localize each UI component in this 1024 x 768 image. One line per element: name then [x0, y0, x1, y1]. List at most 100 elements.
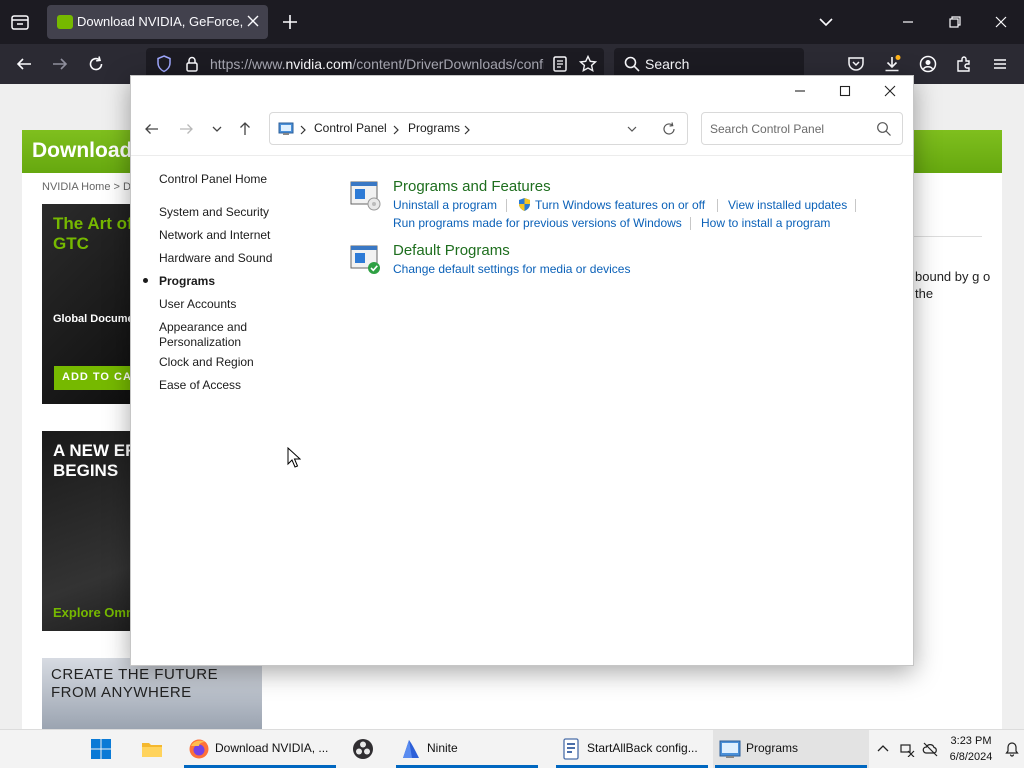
- tab-close-icon[interactable]: [244, 12, 262, 30]
- bookmark-star-icon[interactable]: [578, 54, 598, 74]
- reload-icon[interactable]: [86, 54, 106, 74]
- taskbar-app-label: Ninite: [427, 741, 458, 755]
- show-hidden-icons-chevron-icon[interactable]: [875, 741, 891, 757]
- cloud-sync-off-icon[interactable]: [922, 741, 938, 757]
- browser-close-icon[interactable]: [991, 12, 1011, 32]
- back-icon[interactable]: [143, 120, 161, 138]
- uac-shield-icon: [517, 197, 532, 212]
- downloads-icon[interactable]: [882, 54, 902, 74]
- taskbar: Download NVIDIA, ... Ninite StartAllBack…: [0, 729, 1024, 768]
- promo-cta-link[interactable]: Explore Omn: [53, 605, 134, 620]
- url-text[interactable]: https://www.nvidia.com/content/DriverDow…: [210, 56, 544, 72]
- control-panel-icon: [278, 121, 294, 136]
- tab-list-icon[interactable]: [8, 10, 32, 34]
- browser-tab-bar: Download NVIDIA, GeForce, Quadro: [0, 0, 1024, 44]
- sidebar-item-user-accounts[interactable]: User Accounts: [159, 297, 289, 312]
- pocket-icon[interactable]: [846, 54, 866, 74]
- back-icon[interactable]: [14, 54, 34, 74]
- browser-tab-active[interactable]: Download NVIDIA, GeForce, Quadro: [47, 5, 268, 39]
- sidebar-item-hardware-and-sound[interactable]: Hardware and Sound: [159, 251, 289, 266]
- run-programs-previous-versions-link[interactable]: Run programs made for previous versions …: [393, 216, 682, 230]
- forward-icon[interactable]: [50, 54, 70, 74]
- recent-locations-chevron-icon[interactable]: [208, 120, 226, 138]
- uninstall-a-program-link[interactable]: Uninstall a program: [393, 198, 497, 212]
- taskbar-app-label: Programs: [746, 741, 799, 755]
- network-disconnected-icon[interactable]: [899, 741, 915, 758]
- taskbar-app-firefox[interactable]: Download NVIDIA, ...: [182, 730, 338, 768]
- forward-icon[interactable]: [177, 120, 195, 138]
- url-path: /content/DriverDownloads/confirmation.ph…: [352, 56, 544, 72]
- clock-date: 6/8/2024: [949, 751, 993, 763]
- nvidia-favicon-icon: [57, 15, 73, 29]
- sidebar-item-programs[interactable]: Programs: [159, 274, 289, 289]
- sidebar-item-control-panel-home[interactable]: Control Panel Home: [159, 172, 289, 187]
- file-explorer-icon[interactable]: [141, 738, 163, 760]
- notifications-bell-icon[interactable]: [1004, 741, 1020, 757]
- maximize-icon[interactable]: [836, 82, 854, 100]
- address-dropdown-icon[interactable]: [623, 120, 641, 138]
- view-installed-updates-link[interactable]: View installed updates: [728, 198, 847, 212]
- page-body-text: bound by g o the: [915, 269, 991, 301]
- firefox-icon: [188, 738, 210, 760]
- search-placeholder: Search Control Panel: [710, 122, 825, 136]
- turn-windows-features-link[interactable]: Turn Windows features on or off: [535, 198, 705, 212]
- taskbar-app-startallback[interactable]: StartAllBack config...: [554, 730, 710, 768]
- start-windows-icon[interactable]: [90, 738, 112, 760]
- system-clock[interactable]: 3:23 PM 6/8/2024: [944, 733, 998, 765]
- sidebar-item-clock-and-region[interactable]: Clock and Region: [159, 355, 289, 370]
- minimize-icon[interactable]: [791, 82, 809, 100]
- lock-icon[interactable]: [182, 54, 202, 74]
- sidebar: Control Panel Home System and Security N…: [131, 157, 331, 665]
- up-icon[interactable]: [236, 120, 254, 138]
- promo-title: CREATE THE FUTURE FROM ANYWHERE: [51, 666, 219, 701]
- link-separator: [717, 199, 718, 212]
- breadcrumb[interactable]: NVIDIA Home > D: [42, 181, 131, 193]
- extensions-icon[interactable]: [954, 54, 974, 74]
- clock-time: 3:23 PM: [950, 735, 992, 747]
- refresh-icon[interactable]: [660, 120, 678, 138]
- how-to-install-a-program-link[interactable]: How to install a program: [701, 216, 830, 230]
- browser-restore-icon[interactable]: [945, 12, 965, 32]
- change-default-settings-link[interactable]: Change default settings for media or dev…: [393, 262, 630, 276]
- search-icon[interactable]: [876, 121, 892, 137]
- breadcrumb-chevron-icon[interactable]: [298, 123, 308, 135]
- link-separator: [690, 217, 691, 230]
- account-icon[interactable]: [918, 54, 938, 74]
- sidebar-item-network-and-internet[interactable]: Network and Internet: [159, 228, 289, 243]
- default-programs-title[interactable]: Default Programs: [393, 242, 510, 259]
- control-panel-icon: [719, 738, 741, 760]
- close-icon[interactable]: [881, 82, 899, 100]
- breadcrumb-programs[interactable]: Programs: [408, 121, 460, 135]
- url-prefix: https://www.: [210, 56, 286, 72]
- obs-studio-icon[interactable]: [352, 738, 374, 760]
- url-domain: nvidia.com: [285, 56, 353, 72]
- sidebar-item-ease-of-access[interactable]: Ease of Access: [159, 378, 289, 393]
- address-bar[interactable]: Control Panel Programs: [269, 112, 688, 145]
- taskbar-app-label: StartAllBack config...: [587, 741, 698, 755]
- reader-view-icon[interactable]: [550, 54, 570, 74]
- default-programs-icon[interactable]: [349, 243, 383, 275]
- breadcrumb-control-panel[interactable]: Control Panel: [314, 121, 387, 135]
- menu-icon[interactable]: [990, 54, 1010, 74]
- new-tab-icon[interactable]: [280, 12, 300, 32]
- taskbar-app-ninite[interactable]: Ninite: [394, 730, 540, 768]
- list-all-tabs-icon[interactable]: [816, 12, 836, 32]
- search-placeholder: Search: [645, 56, 690, 72]
- breadcrumb-chevron-icon[interactable]: [462, 123, 472, 135]
- sidebar-item-system-and-security[interactable]: System and Security: [159, 205, 289, 220]
- search-icon: [622, 54, 642, 74]
- promo-banner-create[interactable]: CREATE THE FUTURE FROM ANYWHERE: [42, 658, 262, 730]
- taskbar-app-control-panel[interactable]: Programs: [713, 730, 869, 768]
- main-content: Programs and Features Uninstall a progra…: [341, 157, 901, 665]
- current-page-bullet: [143, 278, 148, 283]
- sidebar-item-appearance-and-personalization[interactable]: Appearance and Personalization: [159, 320, 289, 350]
- tracking-protection-shield-icon[interactable]: [154, 54, 174, 74]
- browser-minimize-icon[interactable]: [898, 12, 918, 32]
- programs-and-features-icon[interactable]: [349, 179, 383, 211]
- window-title-bar[interactable]: [131, 76, 913, 106]
- programs-and-features-title[interactable]: Programs and Features: [393, 178, 551, 195]
- taskbar-app-label: Download NVIDIA, ...: [215, 741, 329, 755]
- mouse-pointer-icon: [287, 446, 302, 469]
- breadcrumb-chevron-icon[interactable]: [391, 123, 401, 135]
- search-control-panel-input[interactable]: Search Control Panel: [701, 112, 903, 145]
